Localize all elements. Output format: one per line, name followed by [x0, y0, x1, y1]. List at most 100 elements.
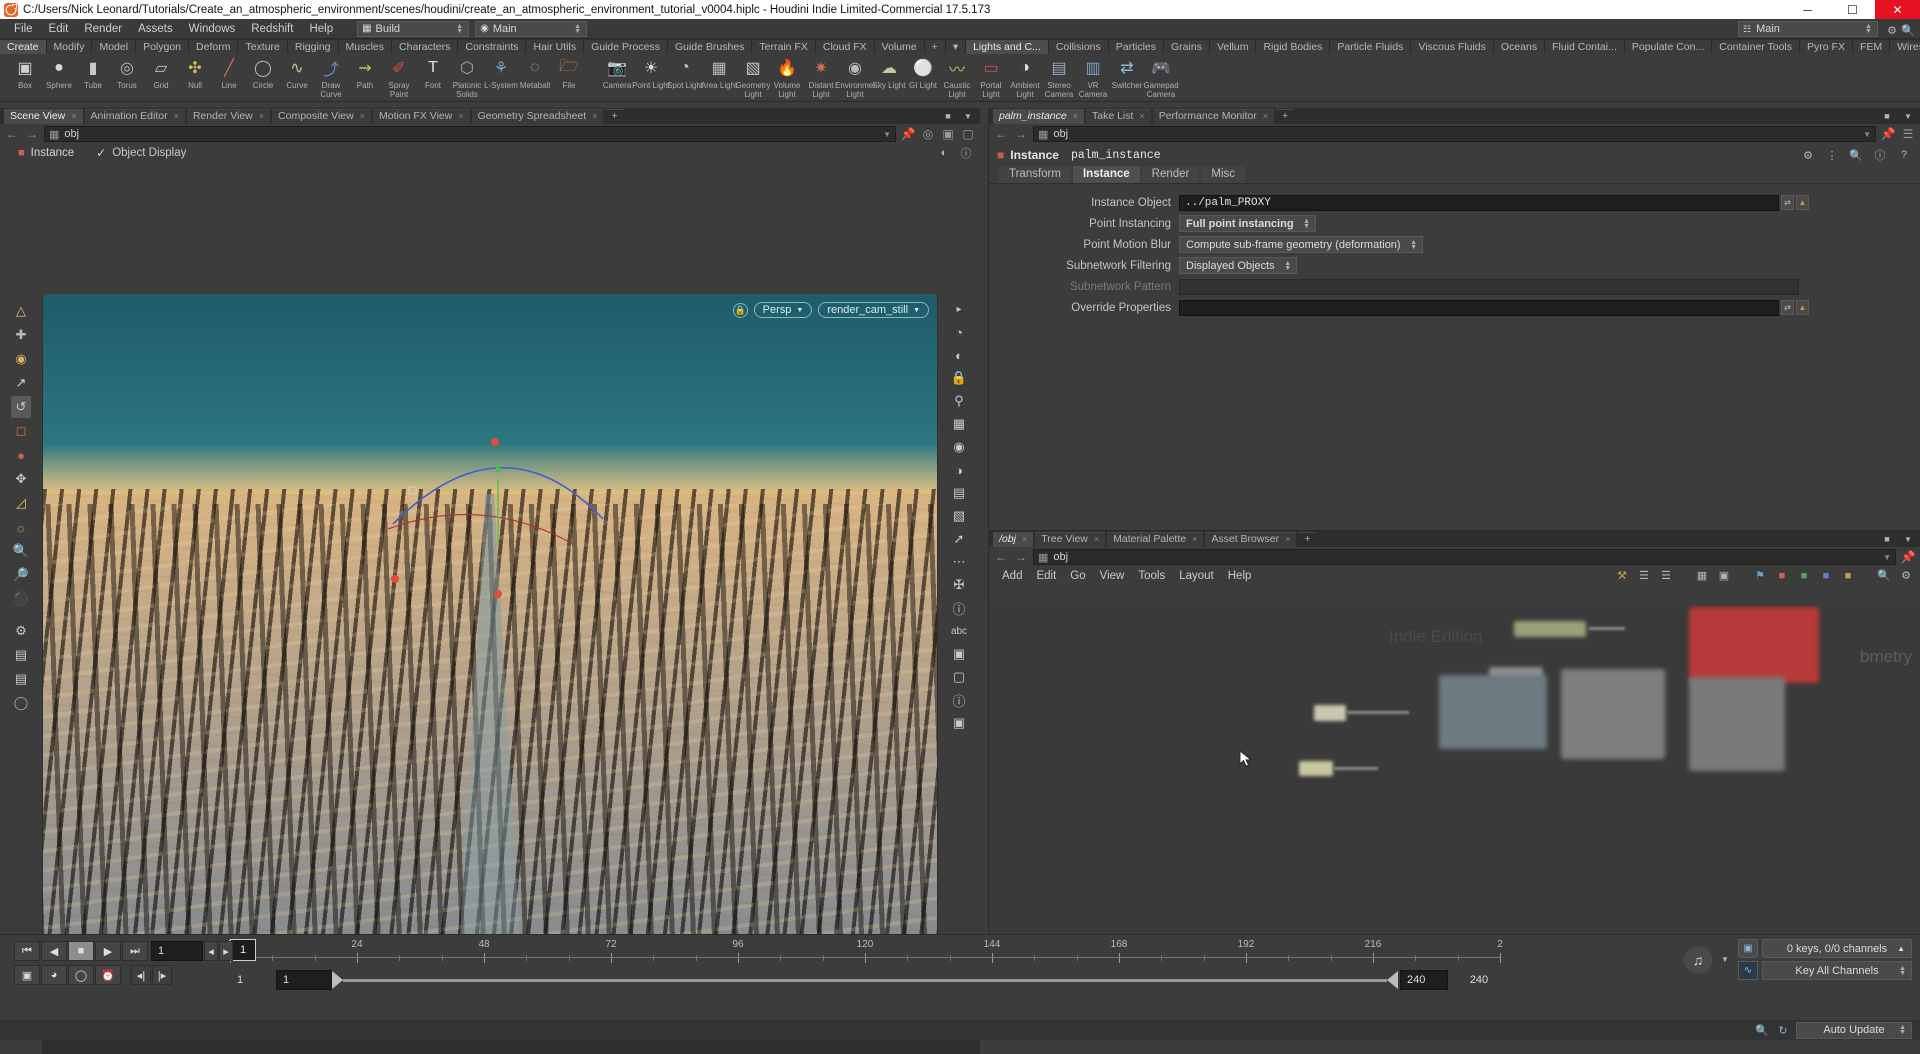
shelf-add-tab-button[interactable]: + [924, 40, 946, 54]
menu-render[interactable]: Render [76, 19, 130, 39]
tab-animation-editor[interactable]: Animation Editor × [84, 108, 185, 124]
tab-take-list[interactable]: Take List × [1085, 108, 1151, 124]
shelf-tab-modify[interactable]: Modify [46, 40, 93, 54]
network-menu-layout[interactable]: Layout [1172, 570, 1221, 582]
shelf-tool-portal-light[interactable]: ▭ Portal Light [974, 54, 1008, 101]
shelf-tool-l-system[interactable]: ⚘ L-System [484, 54, 518, 101]
shelf-tab-hair-utils[interactable]: Hair Utils [526, 40, 585, 54]
range-handle-right[interactable] [1387, 971, 1398, 989]
playhead-marker[interactable]: 1 [230, 939, 256, 961]
shelf-tab-pyro-fx[interactable]: Pyro FX [1800, 40, 1853, 54]
node-thumb[interactable] [1439, 675, 1547, 749]
snapshot-view-icon[interactable]: ▣ [949, 712, 969, 734]
guides-icon[interactable]: ✠ [949, 574, 969, 596]
shelf-tool-tube[interactable]: ▮ Tube [76, 54, 110, 101]
misc-tool-icon[interactable]: ◯ [11, 692, 31, 714]
shading-mode-icon[interactable]: ◑ [949, 459, 969, 481]
forward-arrow-icon[interactable]: → [24, 126, 40, 142]
shelf-tab-texture[interactable]: Texture [238, 40, 288, 54]
back-arrow-icon[interactable]: ← [993, 549, 1009, 565]
viewport-canvas[interactable]: 🔒 Persp ▼ render_cam_still ▼ Indie Editi… [43, 294, 937, 1036]
pane-maximize-icon[interactable]: ■ [1879, 531, 1895, 547]
close-icon[interactable]: × [1285, 532, 1290, 547]
shelf-tab-constraints[interactable]: Constraints [458, 40, 527, 54]
shelf-tab-guide-process[interactable]: Guide Process [584, 40, 668, 54]
shelf-tab-fluid-contai[interactable]: Fluid Contai... [1545, 40, 1625, 54]
shelf-tool-vr-camera[interactable]: ▥ VR Camera [1076, 54, 1110, 101]
param-tab-render[interactable]: Render [1141, 166, 1200, 183]
points-icon[interactable]: ⋯ [949, 551, 969, 573]
back-arrow-icon[interactable]: ← [4, 126, 20, 142]
shelf-tool-box[interactable]: ▣ Box [8, 54, 42, 101]
shelf-tab-polygon[interactable]: Polygon [136, 40, 190, 54]
param-tab-instance[interactable]: Instance [1072, 166, 1140, 183]
scene-add-tab-button[interactable]: + [605, 108, 624, 124]
pane-maximize-icon[interactable]: ■ [1879, 108, 1895, 124]
xray-icon[interactable]: ◐ [949, 344, 969, 366]
menu-edit[interactable]: Edit [41, 19, 77, 39]
back-arrow-icon[interactable]: ← [993, 126, 1009, 142]
help-search-icon[interactable]: 🔍 [1900, 22, 1916, 38]
shelf-tab-model[interactable]: Model [92, 40, 137, 54]
subnetwork-pattern-input[interactable] [1179, 278, 1799, 295]
tab-material-palette[interactable]: Material Palette × [1107, 531, 1204, 547]
shelf-tab-particle-fluids[interactable]: Particle Fluids [1330, 40, 1412, 54]
lock-view-icon[interactable]: 🔒 [949, 367, 969, 389]
shelf-tab-characters[interactable]: Characters [392, 40, 459, 54]
desktop-layout-combo[interactable]: ◉ Main ▲ ▼ [475, 20, 588, 37]
ghost-display-icon[interactable]: ◔ [949, 321, 969, 343]
shelf-tab-oceans[interactable]: Oceans [1493, 40, 1546, 54]
close-icon[interactable]: × [1022, 532, 1027, 547]
shelf-tab-deform[interactable]: Deform [189, 40, 239, 54]
shelf-tool-draw-curve[interactable]: ⤴ Draw Curve [314, 54, 348, 101]
close-button[interactable]: ✕ [1875, 0, 1920, 19]
param-link-icon[interactable]: ⇄ [1781, 195, 1794, 210]
network-flag-icon[interactable]: ⚑ [1752, 568, 1768, 584]
pane-menu-icon[interactable]: ▼ [960, 108, 976, 124]
network-menu-tools[interactable]: Tools [1131, 570, 1172, 582]
point-motion-blur-dropdown[interactable]: Compute sub-frame geometry (deformation)… [1179, 236, 1423, 253]
network-color2-icon[interactable]: ■ [1796, 568, 1812, 584]
pane-menu-icon[interactable]: ▼ [1900, 531, 1916, 547]
shelf-tool-area-light[interactable]: ▦ Area Light [701, 54, 737, 101]
camera-dropdown[interactable]: render_cam_still ▼ [818, 302, 929, 318]
step-back-button[interactable]: ◀ [41, 941, 67, 961]
shelf-tool-torus[interactable]: ◎ Torus [110, 54, 144, 101]
viewport-layout-icon[interactable]: ▸ [949, 298, 969, 320]
shelf-tab-fem[interactable]: FEM [1852, 40, 1891, 54]
realtime-toggle-button[interactable]: ⏰ [95, 965, 121, 985]
shelf-tool-caustic-light[interactable]: 〰 Caustic Light [940, 54, 974, 101]
network-menu-view[interactable]: View [1093, 570, 1132, 582]
close-icon[interactable]: × [1094, 532, 1099, 547]
shelf-tab-rigid-bodies[interactable]: Rigid Bodies [1256, 40, 1331, 54]
bookmark-view-icon[interactable]: ▢ [949, 666, 969, 688]
shelf-tool-geometry-light[interactable]: ▧ Geometry Light [735, 54, 770, 101]
right-layout-combo[interactable]: ☷ Main ▲ ▼ [1738, 21, 1878, 37]
node-help-icon[interactable]: ? [1896, 147, 1912, 163]
move-tool-icon[interactable]: ↗ [11, 372, 31, 394]
node-thumb[interactable] [1561, 669, 1665, 759]
param-pick-icon[interactable]: ▲ [1796, 300, 1809, 315]
tab-composite-view[interactable]: Composite View × [272, 108, 371, 124]
light-tool-icon[interactable]: ☼ [11, 516, 31, 538]
tab-render-view[interactable]: Render View × [186, 108, 271, 124]
override-properties-input[interactable] [1179, 299, 1779, 316]
snap-tool-icon[interactable]: ⚙ [11, 620, 31, 642]
shelf-tool-gamepad-camera[interactable]: 🎮 Gamepad Camera [1143, 54, 1178, 101]
shelf-tool-null[interactable]: ✣ Null [178, 54, 212, 101]
network-pin-icon[interactable]: 📌 [1900, 549, 1916, 565]
network-menu-go[interactable]: Go [1063, 570, 1092, 582]
paint-tool-icon[interactable]: ⚫ [11, 588, 31, 610]
lock-icon[interactable]: 🔒 [732, 302, 748, 318]
shelf-tab-particles[interactable]: Particles [1108, 40, 1165, 54]
network-color3-icon[interactable]: ■ [1818, 568, 1834, 584]
close-icon[interactable]: × [1139, 109, 1144, 124]
param-path-input[interactable]: ▦ obj ▼ [1033, 126, 1876, 142]
display-geometry-icon[interactable]: ▦ [949, 413, 969, 435]
cube-select-icon[interactable]: ▣ [940, 126, 956, 142]
shelf-tab-grains[interactable]: Grains [1164, 40, 1210, 54]
shelf-tool-file[interactable]: 🗁 File [552, 54, 586, 101]
magnify-tool-icon[interactable]: 🔍 [11, 540, 31, 562]
shelf-tool-platonic-solids[interactable]: ⬡ Platonic Solids [450, 54, 484, 101]
shelf-tab-volume[interactable]: Volume [874, 40, 925, 54]
